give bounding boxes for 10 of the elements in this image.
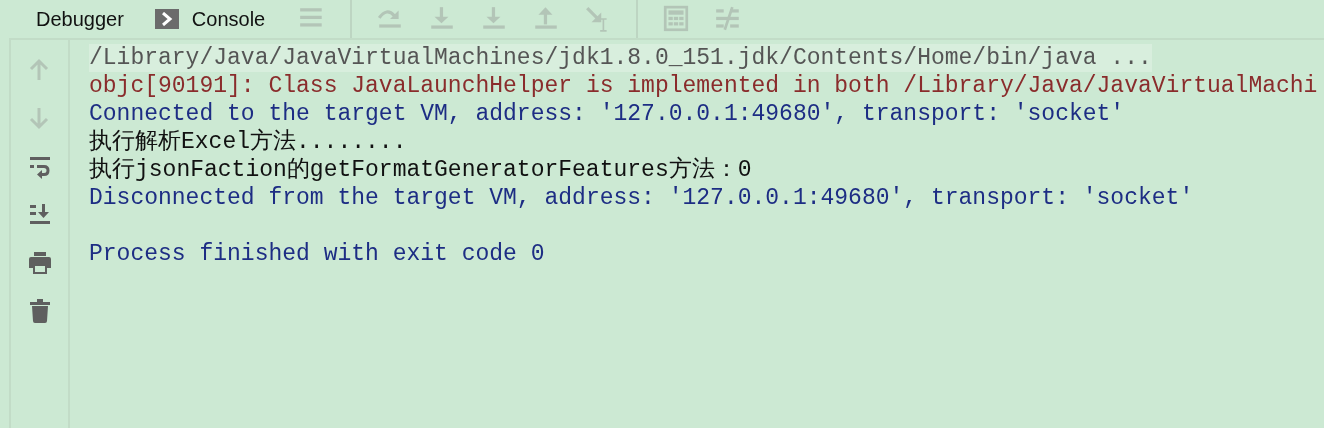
- output-line: 执行jsonFaction的getFormatGeneratorFeatures方法：0: [89, 156, 752, 184]
- console-icon: [154, 9, 179, 29]
- output-line: 执行解析Excel方法........: [89, 128, 407, 156]
- system-message: Connected to the target VM, address: '127.0.0.1:49680', transport: 'socket': [89, 100, 1125, 128]
- exit-message: Process finished with exit code 0: [89, 240, 545, 268]
- tab[interactable]: Console: [154, 7, 266, 31]
- error-line: objc[90191]: Class JavaLaunchHelper is implemented in both /Library/Java/JavaVirtualMachi: [89, 72, 1318, 100]
- print-icon[interactable]: [26, 250, 53, 276]
- tab[interactable]: Debugger: [36, 7, 124, 31]
- system-message: Disconnected from the target VM, address: '127.0.0.1:49680', transport: 'socket': [89, 184, 1194, 212]
